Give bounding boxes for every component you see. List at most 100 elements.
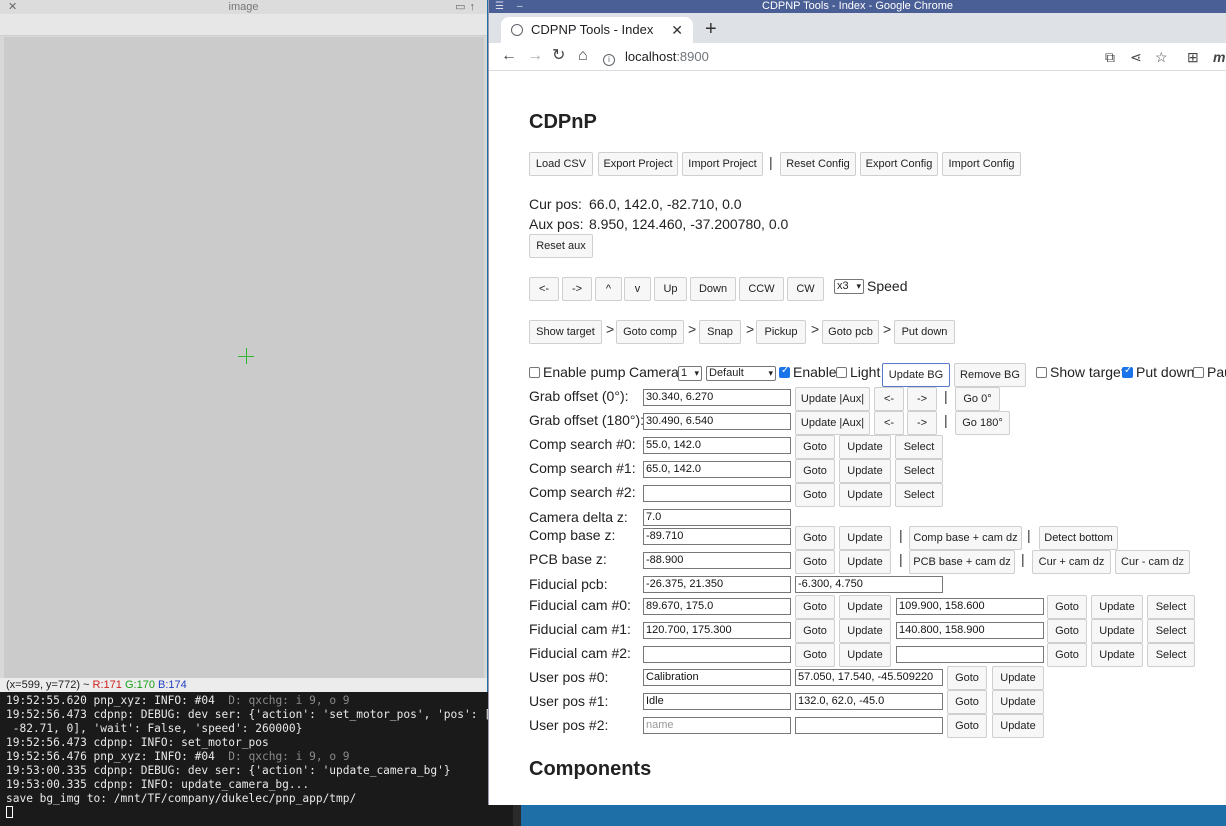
- comp-search-0-update-button[interactable]: Update: [839, 435, 891, 459]
- grab-offset-0-input[interactable]: 30.340, 6.270: [643, 389, 791, 406]
- bookmark-star-icon[interactable]: ☆: [1155, 45, 1168, 69]
- fiducial-cam-0-input-2[interactable]: 109.900, 158.600: [896, 598, 1044, 615]
- comp-search-0-input[interactable]: 55.0, 142.0: [643, 437, 791, 454]
- grab-offset-180-input[interactable]: 30.490, 6.540: [643, 413, 791, 430]
- comp-search-2-input[interactable]: [643, 485, 791, 502]
- user-pos-1-update-button[interactable]: Update: [992, 690, 1044, 714]
- comp-base-goto-button[interactable]: Goto: [795, 526, 835, 550]
- fiducial-cam-0-goto2-button[interactable]: Goto: [1047, 595, 1087, 619]
- comp-search-1-input[interactable]: 65.0, 142.0: [643, 461, 791, 478]
- fiducial-pcb-input-2[interactable]: -6.300, 4.750: [795, 576, 943, 593]
- enable-checkbox[interactable]: [779, 365, 790, 378]
- export-config-button[interactable]: Export Config: [860, 152, 938, 176]
- camera-dz-input[interactable]: 7.0: [643, 509, 791, 526]
- go-0-button[interactable]: Go 0°: [955, 387, 1000, 411]
- fiducial-cam-0-input-1[interactable]: 89.670, 175.0: [643, 598, 791, 615]
- translate-icon[interactable]: ⊞: [1187, 45, 1199, 69]
- rotate-cw-button[interactable]: CW: [787, 277, 824, 301]
- user-pos-2-value-input[interactable]: [795, 717, 943, 734]
- light-checkbox[interactable]: [836, 367, 847, 378]
- window-controls-icon[interactable]: ▭↑: [455, 0, 479, 14]
- update-bg-button[interactable]: Update BG: [882, 363, 950, 387]
- goto-comp-button[interactable]: Goto comp: [616, 320, 684, 344]
- fiducial-cam-1-goto-button[interactable]: Goto: [795, 619, 835, 643]
- grab-0-left-button[interactable]: <-: [874, 387, 904, 411]
- user-pos-2-update-button[interactable]: Update: [992, 714, 1044, 738]
- fiducial-cam-0-select-button[interactable]: Select: [1147, 595, 1195, 619]
- user-pos-2-name-input[interactable]: name: [643, 717, 791, 734]
- reset-aux-button[interactable]: Reset aux: [529, 234, 593, 258]
- fiducial-cam-2-goto-button[interactable]: Goto: [795, 643, 835, 667]
- show-target-checkbox[interactable]: [1036, 367, 1047, 378]
- grab-0-update-aux-button[interactable]: Update |Aux|: [795, 387, 870, 411]
- cur-minus-cam-dz-button[interactable]: Cur - cam dz: [1115, 550, 1190, 574]
- comp-base-z-input[interactable]: -89.710: [643, 528, 791, 545]
- load-csv-button[interactable]: Load CSV: [529, 152, 593, 176]
- detect-bottom-button[interactable]: Detect bottom: [1039, 526, 1118, 550]
- pcb-base-z-input[interactable]: -88.900: [643, 552, 791, 569]
- comp-search-0-goto-button[interactable]: Goto: [795, 435, 835, 459]
- go-180-button[interactable]: Go 180°: [955, 411, 1010, 435]
- grab-180-update-aux-button[interactable]: Update |Aux|: [795, 411, 870, 435]
- import-config-button[interactable]: Import Config: [942, 152, 1021, 176]
- fiducial-cam-1-input-1[interactable]: 120.700, 175.300: [643, 622, 791, 639]
- user-pos-0-update-button[interactable]: Update: [992, 666, 1044, 690]
- fiducial-cam-2-update-button[interactable]: Update: [839, 643, 891, 667]
- close-tab-icon[interactable]: ✕: [671, 17, 683, 43]
- open-external-icon[interactable]: ⧉: [1105, 45, 1115, 69]
- new-tab-icon[interactable]: +: [705, 17, 717, 41]
- fiducial-cam-1-select-button[interactable]: Select: [1147, 619, 1195, 643]
- user-pos-1-name-input[interactable]: Idle: [643, 693, 791, 710]
- camera-image[interactable]: [4, 37, 484, 678]
- info-icon[interactable]: i: [603, 54, 615, 66]
- comp-search-1-update-button[interactable]: Update: [839, 459, 891, 483]
- share-icon[interactable]: ⋖: [1130, 45, 1142, 69]
- camera-select[interactable]: 1 ▾: [678, 366, 702, 381]
- rotate-ccw-button[interactable]: CCW: [739, 277, 784, 301]
- user-pos-0-value-input[interactable]: 57.050, 17.540, -45.509220: [795, 669, 943, 686]
- comp-search-0-select-button[interactable]: Select: [895, 435, 943, 459]
- fiducial-cam-2-input-2[interactable]: [896, 646, 1044, 663]
- pause-checkbox[interactable]: [1193, 367, 1204, 378]
- user-pos-2-goto-button[interactable]: Goto: [947, 714, 987, 738]
- z-up-button[interactable]: Up: [654, 277, 687, 301]
- fiducial-cam-2-select-button[interactable]: Select: [1147, 643, 1195, 667]
- fiducial-cam-2-update2-button[interactable]: Update: [1091, 643, 1143, 667]
- comp-search-1-goto-button[interactable]: Goto: [795, 459, 835, 483]
- grab-0-right-button[interactable]: ->: [907, 387, 937, 411]
- camera-mode-select[interactable]: Default ▾: [706, 366, 776, 381]
- move-left-button[interactable]: <-: [529, 277, 559, 301]
- pcb-base-goto-button[interactable]: Goto: [795, 550, 835, 574]
- grab-180-right-button[interactable]: ->: [907, 411, 937, 435]
- move-down-arrow-button[interactable]: v: [624, 277, 651, 301]
- remove-bg-button[interactable]: Remove BG: [954, 363, 1026, 387]
- reset-config-button[interactable]: Reset Config: [780, 152, 856, 176]
- forward-icon[interactable]: →: [527, 45, 543, 67]
- fiducial-cam-0-update-button[interactable]: Update: [839, 595, 891, 619]
- cur-plus-cam-dz-button[interactable]: Cur + cam dz: [1032, 550, 1111, 574]
- fiducial-cam-1-update-button[interactable]: Update: [839, 619, 891, 643]
- move-up-arrow-button[interactable]: ^: [595, 277, 622, 301]
- fiducial-cam-0-update2-button[interactable]: Update: [1091, 595, 1143, 619]
- fiducial-cam-2-goto2-button[interactable]: Goto: [1047, 643, 1087, 667]
- enable-pump-checkbox[interactable]: [529, 367, 540, 378]
- fiducial-pcb-input-1[interactable]: -26.375, 21.350: [643, 576, 791, 593]
- fiducial-cam-0-goto-button[interactable]: Goto: [795, 595, 835, 619]
- back-icon[interactable]: ←: [501, 45, 517, 67]
- import-project-button[interactable]: Import Project: [682, 152, 763, 176]
- pickup-button[interactable]: Pickup: [756, 320, 806, 344]
- move-right-button[interactable]: ->: [562, 277, 592, 301]
- snap-button[interactable]: Snap: [699, 320, 741, 344]
- comp-search-1-select-button[interactable]: Select: [895, 459, 943, 483]
- user-pos-0-goto-button[interactable]: Goto: [947, 666, 987, 690]
- user-pos-1-goto-button[interactable]: Goto: [947, 690, 987, 714]
- grab-180-left-button[interactable]: <-: [874, 411, 904, 435]
- comp-search-2-select-button[interactable]: Select: [895, 483, 943, 507]
- export-project-button[interactable]: Export Project: [598, 152, 678, 176]
- home-icon[interactable]: ⌂: [578, 45, 588, 67]
- fiducial-cam-1-goto2-button[interactable]: Goto: [1047, 619, 1087, 643]
- pcb-base-cam-dz-button[interactable]: PCB base + cam dz: [909, 550, 1015, 574]
- url-input[interactable]: i localhost:8900: [603, 45, 1163, 69]
- fiducial-cam-2-input-1[interactable]: [643, 646, 791, 663]
- fiducial-cam-1-input-2[interactable]: 140.800, 158.900: [896, 622, 1044, 639]
